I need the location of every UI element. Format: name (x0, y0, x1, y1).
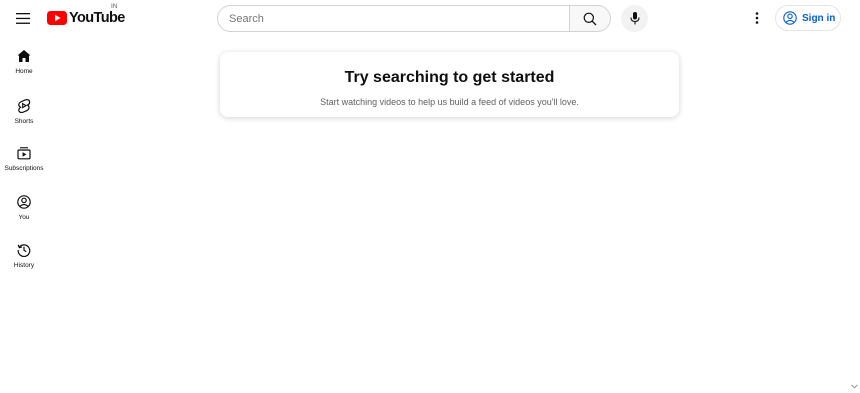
sidebar-item-home[interactable]: Home (0, 40, 48, 89)
empty-feed-prompt: Try searching to get started Start watch… (220, 52, 679, 117)
you-icon (17, 194, 31, 209)
search-button[interactable] (569, 5, 611, 32)
scroll-down-arrow-icon[interactable] (850, 382, 858, 390)
sign-in-button[interactable]: Sign in (775, 5, 841, 31)
sidebar-item-label: You (18, 213, 30, 221)
history-icon (17, 244, 31, 257)
shorts-icon (18, 98, 31, 113)
youtube-logo[interactable]: YouTube IN (47, 3, 125, 29)
sidebar-item-label: Home (15, 68, 33, 75)
hamburger-menu-icon[interactable] (10, 6, 36, 30)
search-icon (583, 12, 597, 25)
home-icon (17, 50, 31, 62)
sidebar-item-history[interactable]: History (0, 234, 48, 283)
country-code: IN (111, 3, 118, 10)
sidebar-item-label: Shorts (14, 117, 34, 125)
youtube-play-logo-icon (47, 11, 67, 25)
sidebar-item-shorts[interactable]: Shorts (0, 89, 48, 138)
sidebar-item-label: History (13, 262, 35, 269)
subscriptions-icon (17, 147, 31, 160)
search-box (217, 5, 570, 32)
microphone-icon (629, 12, 640, 25)
prompt-title: Try searching to get started (344, 69, 555, 86)
sidebar-item-you[interactable]: You (0, 186, 48, 235)
masthead: YouTube IN Sign in (0, 0, 860, 36)
sidebar-item-label: Subscriptions (4, 165, 44, 172)
search-input[interactable] (218, 6, 570, 31)
sidebar-item-subscriptions[interactable]: Subscriptions (0, 137, 48, 186)
prompt-subtitle: Start watching videos to help us build a… (320, 97, 579, 107)
vertical-dots-icon (755, 12, 759, 24)
sign-in-label: Sign in (802, 12, 836, 24)
more-options-button[interactable] (747, 7, 767, 29)
voice-search-button[interactable] (621, 5, 648, 32)
account-circle-icon (783, 11, 797, 25)
logo-wordmark: YouTube (69, 10, 125, 26)
mini-guide-sidebar: Home Shorts Subscriptions You History (0, 40, 48, 283)
